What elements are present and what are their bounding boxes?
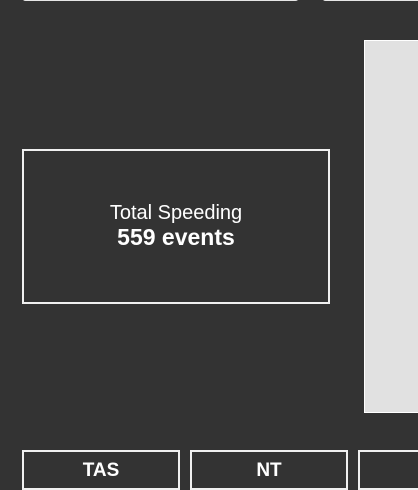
top-right-input[interactable] (322, 0, 418, 1)
region-tile-label: NT (256, 460, 282, 481)
region-tile-tas[interactable]: TAS (22, 450, 180, 490)
region-tile-label: TAS (82, 460, 120, 481)
total-speeding-card: Total Speeding 559 events (22, 149, 330, 304)
side-panel (364, 40, 418, 413)
metric-value: 559 events (117, 224, 235, 250)
region-tile-partial[interactable] (358, 450, 418, 490)
top-left-input[interactable] (22, 0, 299, 1)
region-tile-nt[interactable]: NT (190, 450, 348, 490)
metric-label: Total Speeding (109, 202, 243, 224)
